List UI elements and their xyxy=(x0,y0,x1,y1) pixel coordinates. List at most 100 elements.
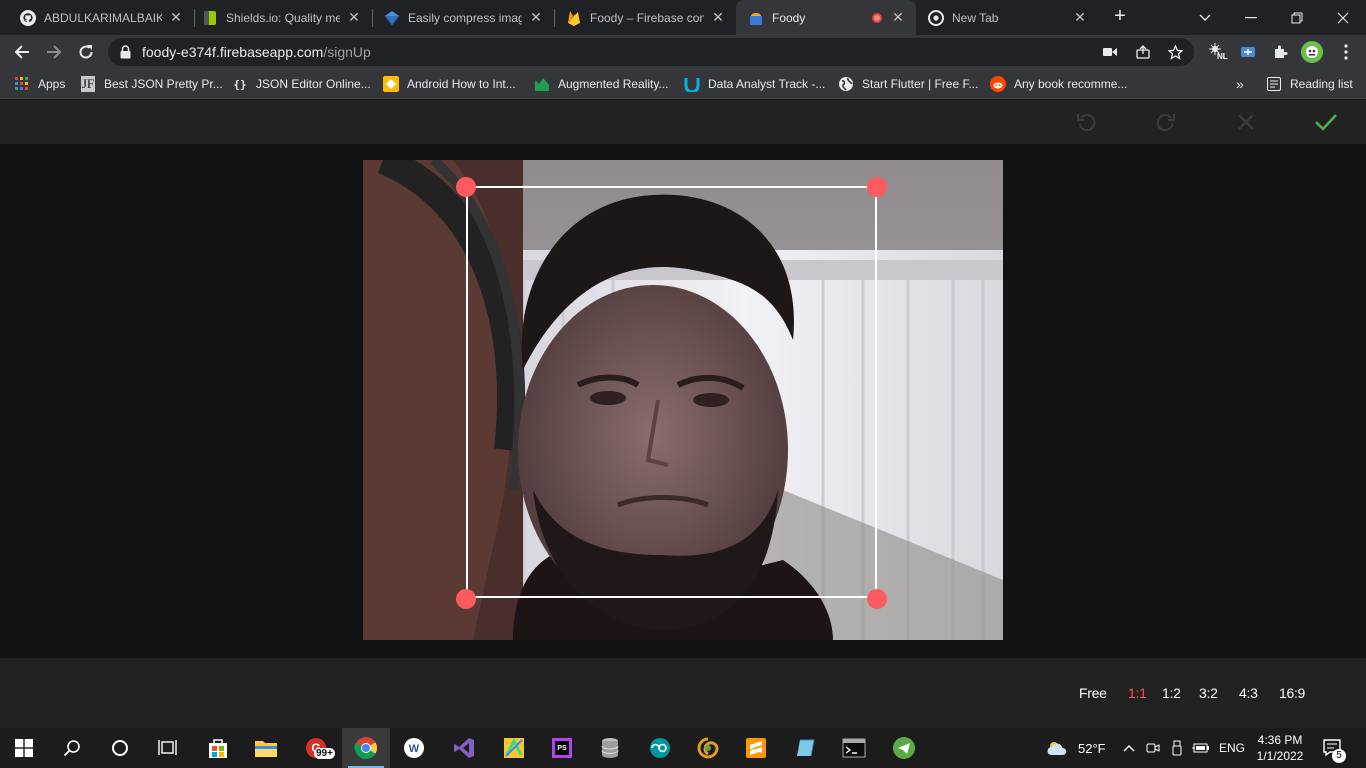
compress-icon xyxy=(384,10,400,26)
minimize-icon xyxy=(1245,16,1257,18)
share-icon[interactable] xyxy=(1135,44,1151,60)
sublime-text-icon[interactable] xyxy=(740,732,772,764)
camera-in-use-icon[interactable] xyxy=(1102,44,1118,60)
search-button[interactable] xyxy=(56,732,88,764)
cancel-crop-button[interactable] xyxy=(1232,108,1260,136)
crop-handle-top-left[interactable] xyxy=(456,177,476,197)
star-icon[interactable] xyxy=(1167,44,1183,60)
bookmark-android[interactable]: Android How to Int... xyxy=(383,75,516,93)
cortana-button[interactable] xyxy=(104,732,136,764)
reddit-icon xyxy=(990,76,1006,92)
tab-title: Easily compress image xyxy=(408,10,522,25)
forward-button[interactable] xyxy=(41,39,67,65)
bookmarks-overflow-button[interactable]: » xyxy=(1236,75,1244,93)
crop-handle-bottom-right[interactable] xyxy=(867,589,887,609)
ratio-4-3[interactable]: 4:3 xyxy=(1239,685,1258,701)
tab-firebase-console[interactable]: Foody – Firebase cons ✕ xyxy=(554,0,736,35)
checkmark-icon xyxy=(1315,114,1337,131)
reading-list-label: Reading list xyxy=(1290,77,1353,91)
puzzle-icon xyxy=(1275,45,1288,58)
svg-text:PS: PS xyxy=(557,745,567,752)
notepad-icon[interactable] xyxy=(790,732,822,764)
crop-handle-top-right[interactable] xyxy=(867,177,887,197)
bookmark-apps[interactable]: Apps xyxy=(14,75,65,93)
url-host: foody-e374f.firebaseapp.com xyxy=(142,44,324,60)
reload-button[interactable] xyxy=(73,39,99,65)
restore-button[interactable] xyxy=(1274,0,1320,35)
new-tab-button[interactable]: + xyxy=(1108,5,1132,29)
android-studio-icon[interactable] xyxy=(498,732,530,764)
ratio-free[interactable]: Free xyxy=(1079,685,1107,701)
crop-selection-box[interactable] xyxy=(466,186,877,598)
extensions-button[interactable] xyxy=(1268,40,1292,64)
back-button[interactable] xyxy=(9,39,35,65)
ratio-3-2[interactable]: 3:2 xyxy=(1199,685,1218,701)
gmail-notifier-icon[interactable]: G 99+ xyxy=(300,732,335,764)
chrome-taskbar-icon[interactable] xyxy=(342,728,390,768)
bookmark-json-editor[interactable]: {} JSON Editor Online... xyxy=(232,75,370,93)
rotate-right-icon xyxy=(1156,114,1175,132)
task-view-icon xyxy=(158,740,177,755)
close-icon[interactable]: ✕ xyxy=(346,9,362,26)
address-bar[interactable]: foody-e374f.firebaseapp.com/signUp xyxy=(108,38,1194,66)
menu-button[interactable] xyxy=(1334,40,1358,64)
tab-title: Foody – Firebase cons xyxy=(590,10,704,25)
rotate-left-button[interactable] xyxy=(1072,108,1100,136)
bookmark-start-flutter[interactable]: Start Flutter | Free F... xyxy=(838,75,978,93)
phpstorm-icon[interactable]: PS xyxy=(546,732,578,764)
terminal-icon[interactable] xyxy=(838,732,870,764)
octave-icon[interactable] xyxy=(692,732,724,764)
close-window-button[interactable] xyxy=(1320,0,1366,35)
bookmark-data-analyst[interactable]: Data Analyst Track -... xyxy=(684,75,825,93)
cloud-sun-icon xyxy=(1047,742,1067,755)
camera-tray-icon[interactable] xyxy=(1146,728,1160,768)
extension-nl[interactable]: NL xyxy=(1206,40,1230,64)
ratio-16-9[interactable]: 16:9 xyxy=(1279,685,1305,701)
visual-studio-icon[interactable] xyxy=(448,732,480,764)
tab-foody-active[interactable]: Foody ✕ xyxy=(736,0,916,35)
profile-avatar[interactable] xyxy=(1300,40,1324,64)
start-button[interactable] xyxy=(8,732,40,764)
close-icon[interactable]: ✕ xyxy=(1072,9,1088,26)
mail-badge: 99+ xyxy=(314,748,335,759)
ratio-1-1[interactable]: 1:1 xyxy=(1128,685,1147,701)
tab-search-button[interactable] xyxy=(1182,0,1228,35)
ratio-1-2[interactable]: 1:2 xyxy=(1162,685,1181,701)
bookmark-augmented-reality[interactable]: Augmented Reality... xyxy=(534,75,669,93)
task-view-button[interactable] xyxy=(152,732,184,764)
tab-compress[interactable]: Easily compress image ✕ xyxy=(372,0,554,35)
android-bookmark-icon xyxy=(383,76,399,92)
tab-new-tab[interactable]: New Tab ✕ xyxy=(916,0,1098,35)
notification-count: 5 xyxy=(1332,749,1346,763)
cropper-toolbar xyxy=(0,100,1366,144)
word-icon[interactable]: W xyxy=(398,732,430,764)
telegram-icon[interactable] xyxy=(888,732,920,764)
arduino-icon[interactable] xyxy=(644,732,676,764)
database-icon[interactable] xyxy=(594,732,626,764)
tab-shields[interactable]: Shields.io: Quality met ✕ xyxy=(190,0,372,35)
bookmark-json-pretty[interactable]: JF Best JSON Pretty Pr... xyxy=(80,75,223,93)
rotate-right-button[interactable] xyxy=(1152,108,1180,136)
microsoft-store-icon[interactable] xyxy=(202,732,234,764)
close-icon[interactable]: ✕ xyxy=(710,9,726,26)
close-icon[interactable]: ✕ xyxy=(168,9,184,26)
confirm-crop-button[interactable] xyxy=(1312,108,1340,136)
reading-list-button[interactable]: Reading list xyxy=(1266,75,1353,93)
minimize-button[interactable] xyxy=(1228,0,1274,35)
reload-icon xyxy=(79,45,93,59)
extension-translate[interactable] xyxy=(1236,40,1260,64)
shields-icon xyxy=(202,10,218,26)
usb-tray-icon[interactable] xyxy=(1172,728,1182,768)
battery-tray-icon[interactable] xyxy=(1192,728,1210,768)
file-explorer-icon[interactable] xyxy=(250,732,282,764)
weather-widget[interactable]: 52°F xyxy=(1046,728,1106,768)
tab-github[interactable]: ABDULKARIMALBAIK/ ✕ xyxy=(8,0,194,35)
close-icon[interactable]: ✕ xyxy=(890,9,906,26)
bookmark-reddit[interactable]: Any book recomme... xyxy=(990,75,1127,93)
language-indicator[interactable]: ENG xyxy=(1219,728,1245,768)
clock[interactable]: 4:36 PM 1/1/2022 xyxy=(1252,732,1308,764)
close-icon[interactable]: ✕ xyxy=(528,9,544,26)
tray-overflow-button[interactable] xyxy=(1123,728,1135,768)
action-center-button[interactable]: 5 xyxy=(1322,728,1346,768)
crop-handle-bottom-left[interactable] xyxy=(456,589,476,609)
